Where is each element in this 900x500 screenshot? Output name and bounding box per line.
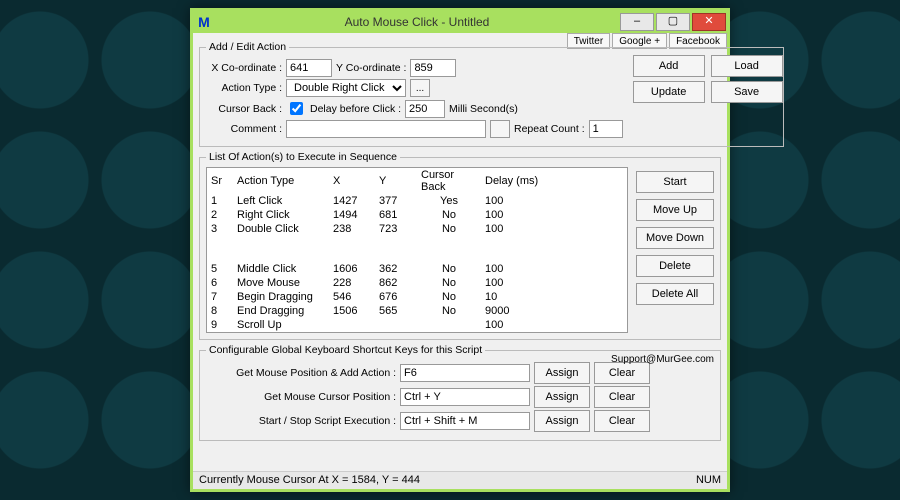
x-input[interactable] (286, 59, 332, 77)
add-edit-legend: Add / Edit Action (206, 41, 289, 53)
maximize-button[interactable]: ▢ (656, 13, 690, 31)
shortcut3-clear-button[interactable]: Clear (594, 410, 650, 432)
delete-button[interactable]: Delete (636, 255, 714, 277)
load-button[interactable]: Load (711, 55, 783, 77)
action-type-label: Action Type : (206, 82, 282, 94)
repeat-label: Repeat Count : (514, 123, 585, 135)
cursor-back-label: Cursor Back : (206, 103, 282, 115)
action-type-select[interactable]: Double Right Click (286, 79, 406, 97)
close-button[interactable]: ✕ (692, 13, 726, 31)
minimize-button[interactable]: – (620, 13, 654, 31)
shortcut1-label: Get Mouse Position & Add Action : (206, 367, 396, 379)
add-button[interactable]: Add (633, 55, 705, 77)
table-row[interactable]: 9Scroll Up100 (207, 318, 627, 332)
cursor-back-checkbox[interactable] (290, 102, 303, 115)
y-label: Y Co-ordinate : (336, 62, 406, 74)
app-icon: M (193, 14, 215, 30)
action-table[interactable]: Sr Action Type X Y Cursor Back Delay (ms… (206, 167, 628, 333)
status-text: Currently Mouse Cursor At X = 1584, Y = … (199, 474, 420, 487)
action-list-legend: List Of Action(s) to Execute in Sequence (206, 151, 400, 163)
app-window: M Auto Mouse Click - Untitled – ▢ ✕ Twit… (190, 8, 730, 492)
comment-input[interactable] (286, 120, 486, 138)
repeat-input[interactable] (589, 120, 623, 138)
table-row[interactable]: 10Scroll Down100 (207, 332, 627, 333)
shortcuts-legend: Configurable Global Keyboard Shortcut Ke… (206, 344, 485, 356)
move-up-button[interactable]: Move Up (636, 199, 714, 221)
shortcut1-assign-button[interactable]: Assign (534, 362, 590, 384)
shortcut1-clear-button[interactable]: Clear (594, 362, 650, 384)
table-row[interactable]: 2Right Click1494681No100 (207, 208, 627, 222)
delay-input[interactable] (405, 100, 445, 118)
update-button[interactable]: Update (633, 81, 705, 103)
shortcut3-assign-button[interactable]: Assign (534, 410, 590, 432)
table-row[interactable]: 8End Dragging1506565No9000 (207, 304, 627, 318)
table-row[interactable]: 5Middle Click1606362No100 (207, 262, 627, 276)
browse-button[interactable]: ... (410, 79, 430, 97)
save-button[interactable]: Save (711, 81, 783, 103)
shortcuts-group: Configurable Global Keyboard Shortcut Ke… (199, 344, 721, 441)
x-label: X Co-ordinate : (206, 62, 282, 74)
action-list-group: List Of Action(s) to Execute in Sequence… (199, 151, 721, 340)
status-num: NUM (696, 474, 721, 487)
window-title: Auto Mouse Click - Untitled (215, 15, 619, 29)
table-row[interactable]: 6Move Mouse228862No100 (207, 276, 627, 290)
delay-unit-label: Milli Second(s) (449, 103, 518, 115)
start-button[interactable]: Start (636, 171, 714, 193)
table-row[interactable]: 7Begin Dragging546676No10 (207, 290, 627, 304)
shortcut3-label: Start / Stop Script Execution : (206, 415, 396, 427)
shortcut2-clear-button[interactable]: Clear (594, 386, 650, 408)
y-input[interactable] (410, 59, 456, 77)
shortcut2-input[interactable] (400, 388, 530, 406)
shortcut2-assign-button[interactable]: Assign (534, 386, 590, 408)
table-row[interactable]: 4Double Right Click641859Yes250 (207, 236, 627, 262)
table-row[interactable]: 1Left Click1427377Yes100 (207, 194, 627, 208)
shortcut3-input[interactable] (400, 412, 530, 430)
shortcut2-label: Get Mouse Cursor Position : (206, 391, 396, 403)
table-row[interactable]: 3Double Click238723No100 (207, 222, 627, 236)
comment-label: Comment : (206, 123, 282, 135)
delete-all-button[interactable]: Delete All (636, 283, 714, 305)
titlebar[interactable]: M Auto Mouse Click - Untitled – ▢ ✕ (193, 11, 727, 33)
add-edit-group: Add / Edit Action X Co-ordinate : Y Co-o… (199, 41, 784, 147)
table-header-row: Sr Action Type X Y Cursor Back Delay (ms… (207, 168, 627, 194)
move-down-button[interactable]: Move Down (636, 227, 714, 249)
shortcut1-input[interactable] (400, 364, 530, 382)
delay-label: Delay before Click : (310, 103, 401, 115)
comment-aux-button[interactable] (490, 120, 510, 138)
support-link[interactable]: Support@MurGee.com (611, 354, 714, 365)
